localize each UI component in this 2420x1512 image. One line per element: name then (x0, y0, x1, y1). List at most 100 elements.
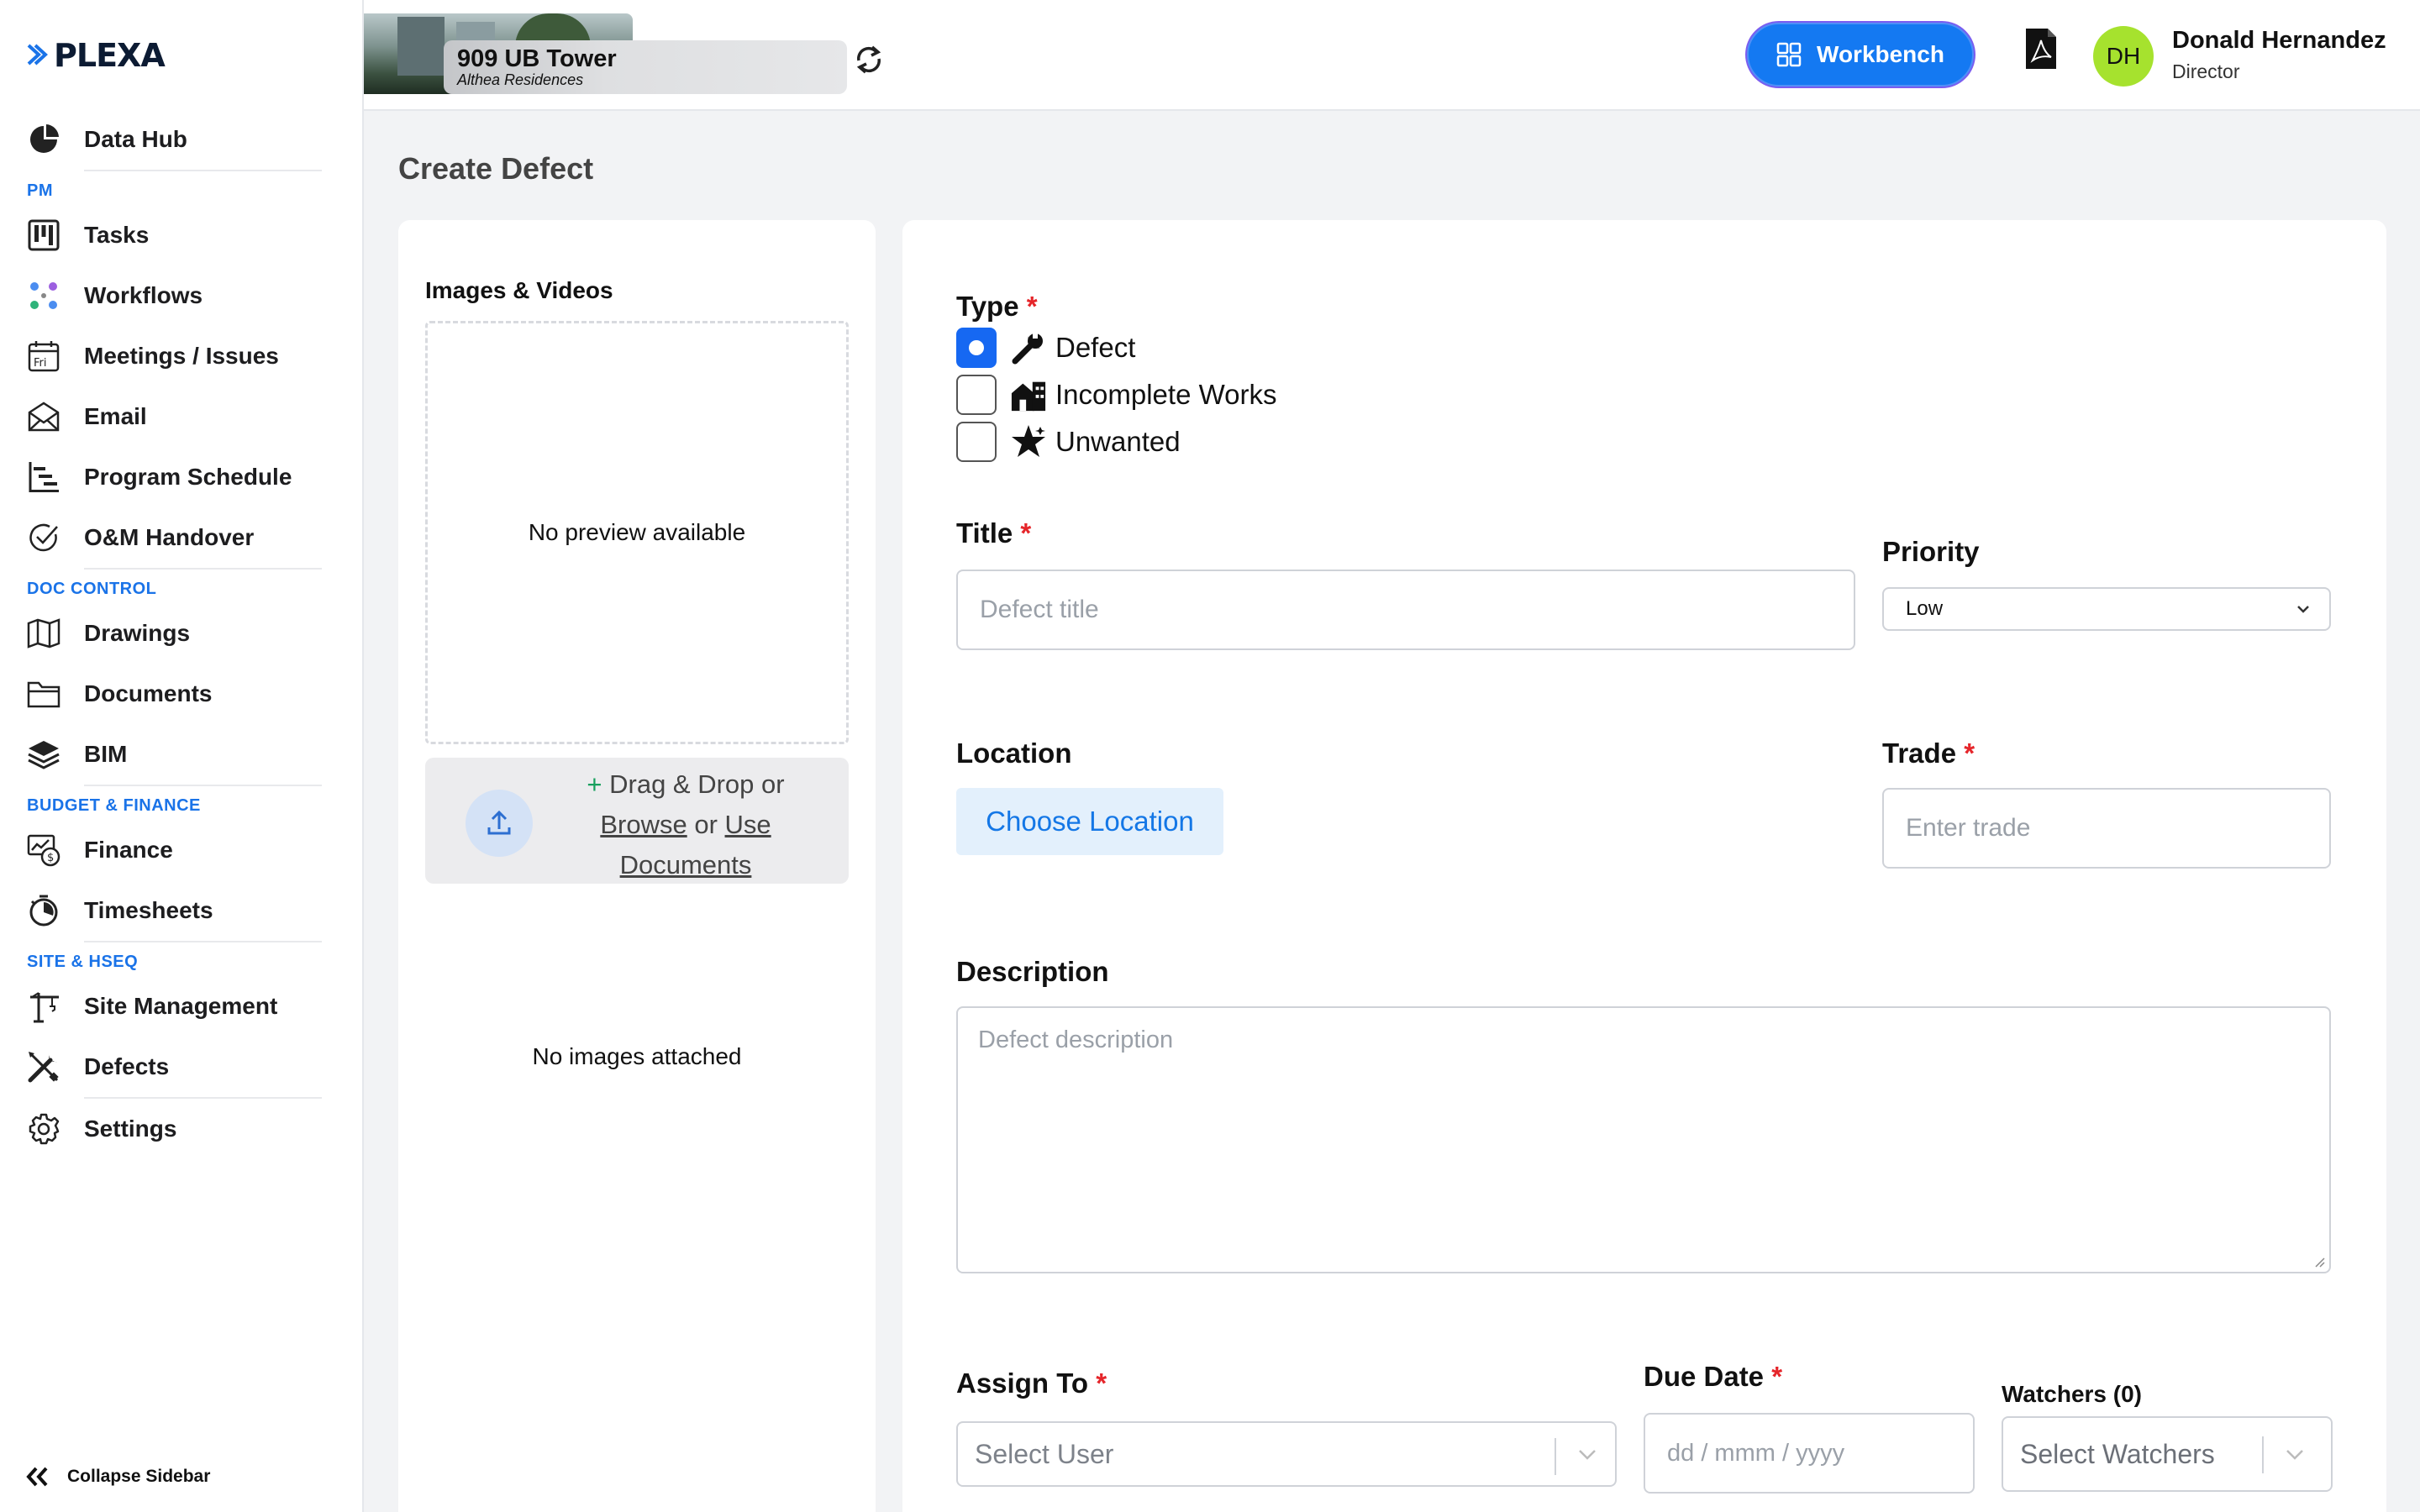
building-icon (1010, 376, 1047, 413)
required-mark: * (1096, 1368, 1107, 1399)
sidebar-item-bim[interactable]: BIM (0, 724, 364, 785)
divider (1555, 1438, 1556, 1475)
description-textarea[interactable]: Defect description (956, 1006, 2331, 1273)
type-option-defect[interactable]: Defect (956, 327, 1135, 369)
collapse-sidebar-label: Collapse Sidebar (67, 1467, 211, 1486)
title-input[interactable]: Defect title (956, 570, 1855, 650)
use-documents-link-2[interactable]: Documents (620, 850, 752, 879)
sidebar-item-site-management[interactable]: Site Management (0, 976, 364, 1037)
choose-location-button[interactable]: Choose Location (956, 788, 1223, 855)
pdf-icon[interactable] (2024, 27, 2058, 75)
browse-link[interactable]: Browse (600, 810, 687, 839)
type-option-unwanted[interactable]: Unwanted (956, 421, 1181, 463)
project-selector[interactable]: 909 UB Tower Althea Residences (364, 13, 848, 94)
project-name: 909 UB Tower (457, 45, 617, 72)
or-text: or (694, 810, 718, 839)
avatar[interactable]: DH (2093, 26, 2154, 87)
stopwatch-icon (25, 892, 62, 929)
trade-input[interactable]: Enter trade (1882, 788, 2331, 869)
trade-placeholder: Enter trade (1906, 814, 2031, 842)
priority-value: Low (1906, 597, 1944, 620)
watchers-label: Watchers (0) (2002, 1381, 2143, 1407)
sidebar-item-label: Timesheets (84, 897, 213, 923)
section-title-budget-finance: BUDGET & FINANCE (27, 796, 201, 815)
images-videos-label: Images & Videos (425, 277, 613, 303)
project-subtitle: Althea Residences (457, 71, 584, 88)
plus-icon: + (587, 769, 602, 799)
location-label: Location (956, 738, 1072, 769)
sidebar-item-label: Meetings / Issues (84, 343, 279, 369)
folder-icon (25, 675, 62, 712)
section-title-doc-control: DOC CONTROL (27, 580, 157, 598)
collapse-sidebar-button[interactable]: Collapse Sidebar (25, 1466, 210, 1488)
map-icon (25, 615, 62, 652)
divider (84, 941, 322, 942)
sidebar-item-program-schedule[interactable]: Program Schedule (0, 447, 364, 507)
type-label-text: Type (956, 291, 1019, 322)
sidebar-item-defects[interactable]: Defects (0, 1037, 364, 1097)
priority-label: Priority (1882, 536, 1980, 567)
check-circle-icon (25, 519, 62, 556)
radio-unchecked[interactable] (956, 375, 997, 415)
double-chevron-left-icon (26, 1467, 48, 1487)
sidebar-item-documents[interactable]: Documents (0, 664, 364, 724)
user-name: Donald Hernandez (2172, 27, 2386, 54)
radio-unchecked[interactable] (956, 422, 997, 462)
watchers-select[interactable]: Select Watchers (2002, 1416, 2333, 1492)
sidebar: PLEXA Data Hub PM Tasks Workflows Fri Me… (0, 0, 364, 1512)
sidebar-item-label: Data Hub (84, 126, 187, 152)
calendar-icon: Fri (25, 338, 62, 375)
type-option-label: Incomplete Works (1055, 379, 1277, 410)
sidebar-item-label: BIM (84, 741, 128, 767)
type-option-incomplete-works[interactable]: Incomplete Works (956, 374, 1276, 416)
chevron-down-icon (2297, 606, 2309, 613)
trade-label: Trade * (1882, 738, 1975, 769)
workbench-label: Workbench (1817, 41, 1944, 67)
watchers-placeholder: Select Watchers (2020, 1438, 2215, 1469)
divider (2262, 1436, 2264, 1473)
sidebar-item-settings[interactable]: Settings (0, 1099, 364, 1159)
required-mark: * (1020, 517, 1032, 549)
sidebar-item-drawings[interactable]: Drawings (0, 603, 364, 664)
divider (84, 170, 322, 171)
sidebar-item-om-handover[interactable]: O&M Handover (0, 507, 364, 568)
sidebar-item-meetings-issues[interactable]: Fri Meetings / Issues (0, 326, 364, 386)
sidebar-item-label: Email (84, 403, 147, 429)
sidebar-item-email[interactable]: Email (0, 386, 364, 447)
due-date-input[interactable]: dd / mmm / yyyy (1644, 1413, 1975, 1494)
title-label: Title * (956, 517, 1031, 549)
assign-user-select[interactable]: Select User (956, 1421, 1617, 1487)
sidebar-item-tasks[interactable]: Tasks (0, 205, 364, 265)
trade-label-text: Trade (1882, 738, 1957, 769)
refresh-icon[interactable] (855, 44, 883, 80)
radio-checked[interactable] (956, 328, 997, 368)
required-mark: * (1026, 291, 1038, 322)
project-card: 909 UB Tower Althea Residences (444, 40, 847, 94)
media-panel: Images & Videos No preview available + D… (398, 220, 876, 1512)
layers-icon (25, 736, 62, 773)
workflow-icon (25, 277, 62, 314)
top-bar: 909 UB Tower Althea Residences Workbench… (364, 0, 2420, 111)
workbench-button[interactable]: Workbench (1747, 23, 1974, 87)
chevron-down-icon (1579, 1450, 1596, 1460)
sidebar-item-data-hub[interactable]: Data Hub (0, 109, 364, 170)
sidebar-item-timesheets[interactable]: Timesheets (0, 880, 364, 941)
media-preview: No preview available (425, 321, 849, 744)
resize-grip-icon[interactable] (2312, 1255, 2326, 1268)
gear-icon (25, 1110, 62, 1147)
use-documents-link[interactable]: Use (725, 810, 771, 839)
sidebar-item-finance[interactable]: $ Finance (0, 820, 364, 880)
star-icon (1010, 423, 1047, 460)
chevron-down-icon (2286, 1450, 2303, 1460)
upload-icon (466, 790, 533, 857)
priority-select[interactable]: Low (1882, 587, 2331, 631)
upload-dropzone[interactable]: + Drag & Drop or Browse or Use Documents (425, 758, 849, 884)
type-option-label: Unwanted (1055, 426, 1181, 457)
plexa-logo[interactable]: PLEXA (27, 37, 166, 74)
pie-chart-icon (25, 121, 62, 158)
page-title: Create Defect (398, 151, 594, 186)
sidebar-item-label: Finance (84, 837, 173, 863)
sidebar-item-workflows[interactable]: Workflows (0, 265, 364, 326)
gantt-icon (25, 459, 62, 496)
sidebar-item-label: Defects (84, 1053, 170, 1079)
